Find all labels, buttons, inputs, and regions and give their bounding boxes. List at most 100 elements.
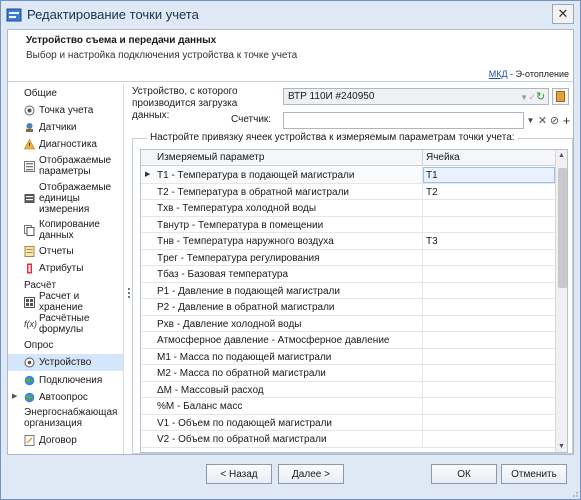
sidebar-item-label: Копирование данных (39, 219, 100, 241)
vertical-scrollbar[interactable]: ▲ ▼ (555, 150, 567, 452)
device-cell[interactable]: T1 (426, 170, 438, 181)
device-cell[interactable]: T2 (426, 187, 438, 198)
device-combo[interactable]: ВТР 110И #240950 ▼ ✓ ↻ (283, 88, 549, 105)
scroll-down-icon[interactable]: ▼ (558, 443, 565, 450)
back-button[interactable]: < Назад (206, 464, 272, 484)
table-row[interactable]: Атмосферное давление - Атмосферное давле… (141, 332, 555, 349)
sidebar-item-params[interactable]: Отображаемые параметры (8, 154, 123, 178)
param-cell: Pхв - Давление холодной воды (157, 318, 302, 330)
sidebar-item-label: Атрибуты (39, 262, 84, 274)
table-row[interactable]: Tбаз - Базовая температура (141, 266, 555, 283)
chevron-down-icon[interactable]: ▼ (520, 93, 528, 102)
param-cell: Tвнутр - Температура в помещении (157, 219, 324, 231)
column-header-param[interactable]: Измеряемый параметр (157, 152, 264, 163)
sidebar-item-label: Отчеты (39, 245, 74, 257)
copy-icon (24, 224, 35, 236)
param-cell: Tбаз - Базовая температура (157, 269, 289, 280)
add-icon[interactable]: + (561, 112, 572, 129)
counter-input[interactable] (283, 112, 524, 129)
row-indicator-icon: ▶ (145, 171, 151, 178)
next-button[interactable]: Далее > (278, 464, 344, 484)
warning-icon (24, 138, 35, 149)
mapping-group-title: Настройте привязку ячеек устройства к из… (147, 132, 518, 143)
refresh-icon[interactable]: ↻ (536, 90, 547, 103)
param-cell: Tрег - Температура регулирования (157, 252, 320, 264)
chevron-down-icon[interactable]: ▼ (525, 112, 536, 129)
globe-icon (24, 375, 35, 385)
table-row[interactable]: V1 - Объем по подающей магистрали (141, 414, 555, 431)
sidebar-item-diagnostics[interactable]: Диагностика (8, 136, 123, 152)
resize-grip-icon[interactable] (570, 489, 578, 497)
sidebar-item-point[interactable]: Точка учета (8, 102, 123, 118)
device-cell[interactable]: T3 (426, 236, 438, 247)
param-cell: P2 - Давление в обратной магистрали (157, 302, 335, 313)
device-icon (24, 357, 35, 368)
selected-cell[interactable] (423, 167, 555, 183)
header-divider (8, 81, 573, 82)
sidebar-item-connections[interactable]: Подключения (8, 372, 123, 388)
param-cell: T1 - Температура в подающей магистрали (157, 170, 355, 181)
dialog-window: Редактирование точки учета ✕ Устройство … (0, 0, 581, 500)
column-header-cell[interactable]: Ячейка (426, 152, 460, 163)
reset-icon[interactable]: ⊘ (549, 112, 560, 129)
units-icon (24, 193, 35, 203)
device-properties-button[interactable] (552, 88, 569, 105)
table-row[interactable]: P1 - Давление в подающей магистрали (141, 282, 555, 299)
expand-arrow-icon[interactable]: ▶ (12, 392, 17, 400)
sidebar-item-formulas[interactable]: f(x) Расчётные формулы (8, 312, 123, 336)
sidebar-item-units[interactable]: Отображаемые единицы измерения (8, 180, 123, 216)
sidebar-item-label: Датчики (39, 121, 77, 133)
page-title: Устройство съема и передачи данных (26, 35, 217, 46)
sidebar-item-contract[interactable]: Договор (8, 432, 123, 448)
object-link[interactable]: МКД (489, 69, 508, 79)
params-icon (24, 160, 35, 172)
scroll-up-icon[interactable]: ▲ (558, 152, 565, 159)
sidebar-item-label: Подключения (39, 374, 103, 386)
table-row[interactable]: Tвнутр - Температура в помещении (141, 216, 555, 233)
table-row[interactable]: ΔM - Массовый расход (141, 381, 555, 398)
table-row[interactable]: V2 - Объем по обратной магистрали (141, 431, 555, 448)
document-icon (556, 91, 565, 102)
table-row[interactable]: ▶ T1 - Температура в подающей магистрали T… (141, 167, 555, 184)
sidebar-item-reports[interactable]: Отчеты (8, 243, 123, 259)
sidebar-item-copy[interactable]: Копирование данных (8, 218, 123, 242)
scroll-thumb[interactable] (558, 168, 567, 288)
cancel-button[interactable]: Отменить (501, 464, 567, 484)
mapping-grid[interactable]: Измеряемый параметр Ячейка ▶ T1 - Темпера… (140, 149, 568, 453)
param-cell: M2 - Масса по обратной магистрали (157, 368, 326, 379)
window-title: Редактирование точки учета (27, 7, 199, 22)
app-icon (6, 8, 22, 22)
sidebar-item-device[interactable]: Устройство (8, 354, 123, 371)
close-button[interactable]: ✕ (552, 4, 574, 24)
table-row[interactable]: Tнв - Температура наружного воздуха T3 (141, 233, 555, 250)
table-row[interactable]: Pхв - Давление холодной воды (141, 315, 555, 332)
sidebar-item-label: Точка учета (39, 104, 94, 116)
sidebar-section-general: Общие (24, 87, 57, 99)
dialog-content: Устройство съема и передачи данных Выбор… (7, 29, 574, 455)
grid-header: Измеряемый параметр Ячейка (141, 150, 555, 166)
sidebar-item-attributes[interactable]: Атрибуты (8, 260, 123, 276)
param-cell: P1 - Давление в подающей магистрали (157, 285, 340, 297)
table-row[interactable]: Tхв - Температура холодной воды (141, 200, 555, 217)
sidebar-item-calc-storage[interactable]: Расчет и хранение (8, 291, 123, 313)
sidebar-item-sensors[interactable]: Датчики (8, 119, 123, 135)
sidebar-item-autopoll[interactable]: ▶ Автоопрос (8, 389, 123, 405)
sidebar-section-poll: Опрос (24, 339, 54, 351)
sidebar-item-label: Расчет и хранение (39, 291, 83, 313)
param-cell: T2 - Температура в обратной магистрали (157, 186, 350, 198)
table-row[interactable]: M2 - Масса по обратной магистрали (141, 365, 555, 382)
table-row[interactable]: P2 - Давление в обратной магистрали (141, 299, 555, 316)
table-row[interactable]: T2 - Температура в обратной магистрали T2 (141, 183, 555, 200)
clear-icon[interactable]: ✕ (537, 112, 548, 129)
check-icon[interactable]: ✓ (528, 92, 536, 103)
title-bar[interactable]: Редактирование точки учета ✕ (1, 1, 580, 29)
table-row[interactable]: %M - Баланс масс (141, 398, 555, 415)
ok-button[interactable]: ОК (431, 464, 497, 484)
sidebar-section-energy: Энергоснабжающая организация (24, 407, 118, 429)
contract-icon (24, 434, 35, 446)
param-cell: Tхв - Температура холодной воды (157, 203, 317, 214)
table-row[interactable]: M1 - Масса по подающей магистрали (141, 348, 555, 365)
table-row[interactable]: Tрег - Температура регулирования (141, 249, 555, 266)
sidebar-item-label: Отображаемые параметры (39, 155, 112, 177)
splitter-handle[interactable] (128, 288, 131, 300)
